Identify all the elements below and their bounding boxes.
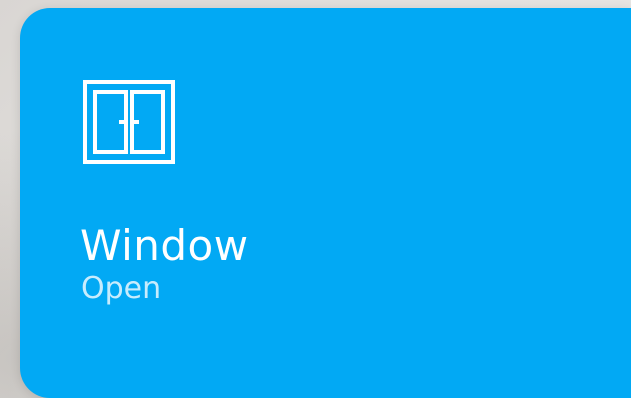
tile-title: Window (80, 221, 249, 270)
window-tile[interactable]: Window Open (20, 8, 631, 398)
window-icon (81, 78, 177, 166)
tile-state: Open (81, 271, 162, 306)
